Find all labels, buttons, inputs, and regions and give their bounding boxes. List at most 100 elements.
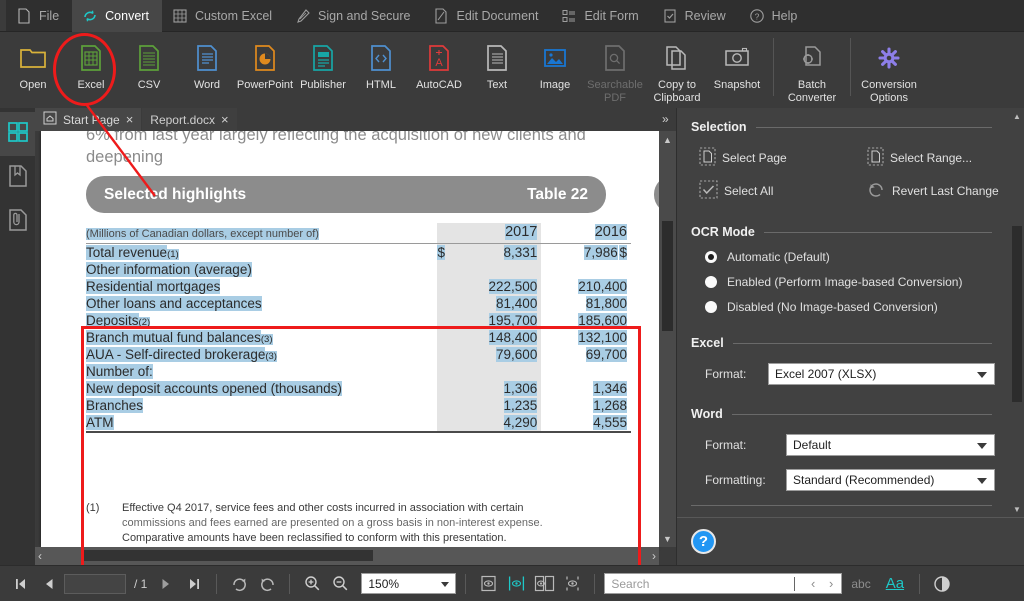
revert-last-change-button[interactable]: Revert Last Change xyxy=(867,180,1010,202)
ribbon-tab-file[interactable]: File xyxy=(6,0,72,32)
row-label: ATM xyxy=(86,415,114,430)
cell-2017: 222,500 xyxy=(488,279,538,294)
sidebar-item-attachments[interactable] xyxy=(0,200,35,244)
help-button[interactable]: ? xyxy=(691,529,716,554)
paragraph-line-2: sales resulted in continued growth in cl… xyxy=(86,168,649,172)
sidebar-item-bookmarks[interactable] xyxy=(0,156,35,200)
previous-page-icon[interactable] xyxy=(36,571,62,597)
next-page-icon[interactable] xyxy=(153,571,179,597)
panel-scroll-up-arrow[interactable]: ▲ xyxy=(1010,108,1024,124)
table-unit-note: (Millions of Canadian dollars, except nu… xyxy=(86,228,319,240)
close-icon[interactable]: × xyxy=(126,113,134,126)
ribbon-button-snapshot[interactable]: Snapshot xyxy=(708,32,766,106)
ribbon-button-html[interactable]: HTML xyxy=(352,32,410,106)
excel-format-dropdown[interactable]: Excel 2007 (XLSX) xyxy=(768,363,995,385)
row-label: Deposits xyxy=(86,313,139,328)
select-all-button[interactable]: Select All xyxy=(699,180,867,202)
search-previous-button[interactable]: ‹ xyxy=(811,576,815,591)
ribbon-button-image[interactable]: Image xyxy=(526,32,584,106)
zoom-out-icon[interactable] xyxy=(327,571,353,597)
ribbon-button-open[interactable]: Open xyxy=(4,32,62,106)
scroll-down-arrow[interactable]: ▼ xyxy=(659,530,676,547)
y-tick-label: 152,0 xyxy=(649,325,659,350)
radio-button[interactable] xyxy=(705,301,717,313)
vertical-scroll-thumb[interactable] xyxy=(662,221,673,331)
open-folder-icon xyxy=(18,38,48,78)
text-file-icon xyxy=(482,38,512,78)
rotate-clockwise-icon[interactable] xyxy=(226,571,252,597)
single-page-view-icon[interactable] xyxy=(475,571,501,597)
horizontal-scroll-thumb[interactable] xyxy=(83,550,373,561)
scroll-left-arrow[interactable]: ‹ xyxy=(38,549,42,563)
ribbon-button-batch-converter[interactable]: Batch Converter xyxy=(781,32,843,106)
ocr-option-enabled[interactable]: Enabled (Perform Image-based Conversion) xyxy=(677,275,1010,289)
page-number-input[interactable] xyxy=(64,573,126,594)
revert-last-change-label: Revert Last Change xyxy=(892,184,999,198)
scroll-right-arrow[interactable]: › xyxy=(652,549,656,563)
ribbon-tab-custom-excel[interactable]: Custom Excel xyxy=(162,0,285,32)
document-tab-report-docx[interactable]: Report.docx × xyxy=(142,108,238,131)
zoom-level-dropdown[interactable]: 150% xyxy=(361,573,457,594)
sidebar-item-thumbnails[interactable] xyxy=(0,112,35,156)
ribbon-button-label: Image xyxy=(539,79,571,91)
table-footnotes: (1) Effective Q4 2017, service fees and … xyxy=(86,501,649,547)
word-format-dropdown[interactable]: Default xyxy=(786,434,995,456)
scroll-up-arrow[interactable]: ▲ xyxy=(659,131,676,148)
footnote-number xyxy=(86,516,112,531)
search-input[interactable]: Search ‹ › xyxy=(604,573,843,594)
ribbon-tab-edit-form[interactable]: Edit Form xyxy=(551,0,651,32)
ocr-option-automatic[interactable]: Automatic (Default) xyxy=(677,250,1010,264)
facing-pages-view-icon[interactable] xyxy=(531,571,557,597)
ribbon-button-publisher[interactable]: Publisher xyxy=(294,32,352,106)
document-tab-start-page[interactable]: Start Page × xyxy=(35,108,143,131)
first-page-icon[interactable] xyxy=(8,571,34,597)
contrast-icon[interactable] xyxy=(929,571,955,597)
collapse-panel-button[interactable]: » xyxy=(662,112,669,126)
match-case-toggle[interactable]: Aa xyxy=(880,575,910,592)
table-row: Branches 1,235 1,268 xyxy=(86,397,631,414)
search-next-button[interactable]: › xyxy=(829,576,833,591)
table-row: Deposits(2) 195,700 185,600 xyxy=(86,312,631,329)
ribbon-button-powerpoint[interactable]: PowerPoint xyxy=(236,32,294,106)
ribbon-tab-sign-and-secure[interactable]: Sign and Secure xyxy=(285,0,423,32)
whole-word-toggle[interactable]: abc xyxy=(844,576,877,592)
cell-2016: 69,700 xyxy=(585,347,627,362)
word-formatting-dropdown[interactable]: Standard (Recommended) xyxy=(786,469,995,491)
continuous-view-icon[interactable] xyxy=(503,571,529,597)
ribbon-button-text[interactable]: Text xyxy=(468,32,526,106)
ribbon-tab-edit-document[interactable]: Edit Document xyxy=(423,0,551,32)
ribbon-button-copy-to-clipboard[interactable]: Copy to Clipboard xyxy=(646,32,708,106)
radio-button[interactable] xyxy=(705,251,717,263)
status-bar: / 1 150% Search ‹ › abc Aa xyxy=(0,565,1024,601)
row-label: Total revenue xyxy=(86,245,168,260)
ribbon-button-searchable-pdf[interactable]: Searchable PDF xyxy=(584,32,646,106)
cell-2017: 1,306 xyxy=(503,381,538,396)
row-label: Residential mortgages xyxy=(86,279,221,294)
zoom-in-icon[interactable] xyxy=(299,571,325,597)
select-page-button[interactable]: Select Page xyxy=(699,147,867,169)
ribbon-button-word[interactable]: Word xyxy=(178,32,236,106)
document-horizontal-scrollbar[interactable]: ‹ › xyxy=(35,547,659,565)
ocr-option-disabled[interactable]: Disabled (No Image-based Conversion) xyxy=(677,300,1010,314)
ribbon-tab-help[interactable]: ? Help xyxy=(739,0,811,32)
ribbon-button-autocad[interactable]: A AutoCAD xyxy=(410,32,468,106)
rotate-counterclockwise-icon[interactable] xyxy=(254,571,280,597)
close-icon[interactable]: × xyxy=(221,113,229,126)
ribbon-button-label: Text xyxy=(486,79,508,91)
ribbon-button-csv[interactable]: CSV xyxy=(120,32,178,106)
document-vertical-scrollbar[interactable]: ▲ ▼ xyxy=(659,131,676,547)
panel-vertical-scrollbar[interactable]: ▲ ▼ xyxy=(1010,108,1024,517)
ocr-option-label: Disabled (No Image-based Conversion) xyxy=(727,300,938,314)
radio-button[interactable] xyxy=(705,276,717,288)
ribbon-tab-convert[interactable]: Convert xyxy=(72,0,162,32)
word-formatting-label: Formatting: xyxy=(705,473,766,487)
ribbon-button-conversion-options[interactable]: Conversion Options xyxy=(858,32,920,106)
column-header-2016: 2016 xyxy=(594,224,627,240)
ribbon-tab-review[interactable]: Review xyxy=(652,0,739,32)
last-page-icon[interactable] xyxy=(181,571,207,597)
panel-scroll-down-arrow[interactable]: ▼ xyxy=(1010,501,1024,517)
panel-scroll-thumb[interactable] xyxy=(1012,226,1022,402)
select-range-button[interactable]: Select Range... xyxy=(867,147,1010,169)
ribbon-button-excel[interactable]: Excel xyxy=(62,32,120,106)
continuous-facing-view-icon[interactable] xyxy=(559,571,585,597)
